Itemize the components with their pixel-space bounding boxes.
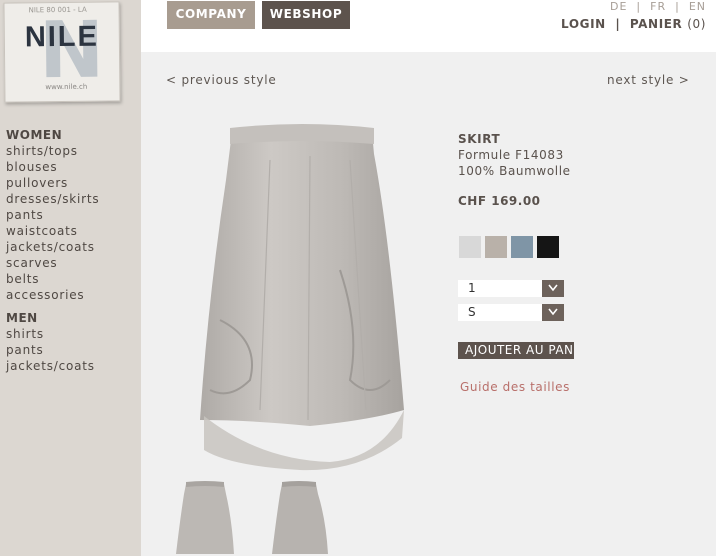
sidebar-item-women-scarves[interactable]: scarves <box>6 255 136 271</box>
lang-de[interactable]: DE <box>610 0 627 13</box>
webshop-button[interactable]: WEBSHOP <box>262 1 350 29</box>
quantity-select[interactable]: 1 <box>458 280 564 297</box>
product-type: SKIRT <box>458 132 501 146</box>
product-price: CHF 169.00 <box>458 194 541 208</box>
product-model: Formule F14083 <box>458 148 564 162</box>
product-material: 100% Baumwolle <box>458 164 571 178</box>
chevron-down-icon[interactable] <box>542 304 564 321</box>
product-thumbnail-2[interactable] <box>268 480 330 554</box>
product-info: SKIRT Formule F14083 100% Baumwolle <box>458 131 571 179</box>
chevron-down-icon[interactable] <box>542 280 564 297</box>
sidebar-item-women-accessories[interactable]: accessories <box>6 287 136 303</box>
language-switcher: DE | FR | EN <box>610 0 706 13</box>
login-link[interactable]: LOGIN <box>561 17 606 31</box>
nile-logo[interactable]: NILE 80 001 - LA N NILE www.nile.ch <box>3 1 121 103</box>
color-swatch-black[interactable] <box>537 236 559 258</box>
color-swatch-taupe[interactable] <box>485 236 507 258</box>
sidebar-nav: WOMEN shirts/tops blouses pullovers dres… <box>6 127 136 374</box>
size-value: S <box>468 305 476 319</box>
cart-count[interactable]: (0) <box>687 17 706 31</box>
sidebar-item-men-jackets-coats[interactable]: jackets/coats <box>6 358 136 374</box>
sidebar-item-women-waistcoats[interactable]: waistcoats <box>6 223 136 239</box>
sidebar-item-men-pants[interactable]: pants <box>6 342 136 358</box>
sidebar-item-women-shirts-tops[interactable]: shirts/tops <box>6 143 136 159</box>
add-to-cart-button[interactable]: AJOUTER AU PANIER <box>458 342 574 359</box>
cart-link[interactable]: PANIER <box>630 17 683 31</box>
size-select[interactable]: S <box>458 304 564 321</box>
sidebar-section-women[interactable]: WOMEN <box>6 127 136 143</box>
quantity-value: 1 <box>468 281 476 295</box>
sidebar-item-men-shirts[interactable]: shirts <box>6 326 136 342</box>
product-thumbnail-1[interactable] <box>174 480 236 554</box>
sidebar-item-women-pants[interactable]: pants <box>6 207 136 223</box>
sidebar-item-women-pullovers[interactable]: pullovers <box>6 175 136 191</box>
color-swatch-denim-blue[interactable] <box>511 236 533 258</box>
lang-fr[interactable]: FR <box>650 0 666 13</box>
sidebar-item-women-jackets-coats[interactable]: jackets/coats <box>6 239 136 255</box>
logo-url: www.nile.ch <box>45 82 88 92</box>
sidebar-section-men[interactable]: MEN <box>6 310 136 326</box>
product-image[interactable] <box>190 120 420 476</box>
size-guide-link[interactable]: Guide des tailles <box>460 380 570 394</box>
account-links: LOGIN | PANIER (0) <box>561 17 706 31</box>
color-swatch-light-grey[interactable] <box>459 236 481 258</box>
previous-style-link[interactable]: < previous style <box>166 73 277 87</box>
sidebar-item-women-belts[interactable]: belts <box>6 271 136 287</box>
next-style-link[interactable]: next style > <box>607 73 690 87</box>
logo-wordmark: NILE <box>24 20 100 54</box>
sidebar-item-women-dresses-skirts[interactable]: dresses/skirts <box>6 191 136 207</box>
sidebar-item-women-blouses[interactable]: blouses <box>6 159 136 175</box>
lang-en[interactable]: EN <box>689 0 706 13</box>
company-button[interactable]: COMPANY <box>167 1 255 29</box>
